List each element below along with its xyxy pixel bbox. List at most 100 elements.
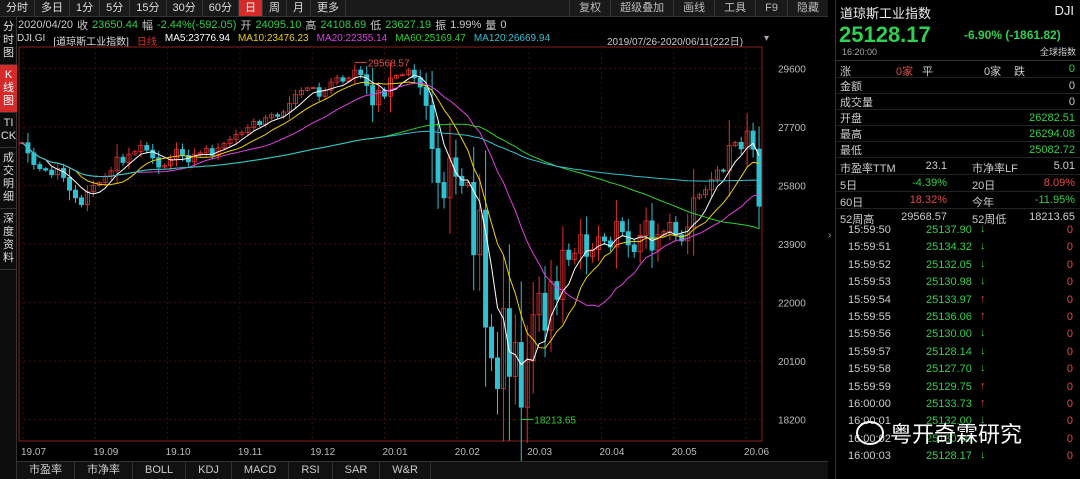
indicator-tab[interactable]: BOLL xyxy=(133,462,187,479)
swing-label: 振 xyxy=(435,20,447,32)
tick-price: 25136.06 xyxy=(926,311,972,323)
candle-body xyxy=(649,220,655,251)
quote-row: 成交量 0 xyxy=(836,93,1080,109)
timeframe-tab[interactable]: 30分 xyxy=(167,0,203,16)
candle-body xyxy=(43,168,49,171)
tick-volume: 0 xyxy=(1066,363,1073,376)
indicator-tab[interactable]: 市盈率 xyxy=(17,462,75,479)
stat-v1: -4.39% xyxy=(912,177,947,189)
side-tab[interactable]: TICK xyxy=(0,113,17,148)
timeframe-tab[interactable]: 日 xyxy=(239,0,263,16)
timeframe-tab[interactable]: 15分 xyxy=(130,0,167,16)
tick-row: 15:59:50 25137.90 ↓ 0 xyxy=(836,222,1080,238)
candle-body xyxy=(364,74,370,86)
tick-time: 15:59:52 xyxy=(848,258,891,271)
timeframe-toolbar: 分时 多日 1分 5分 15分 30分 60分日周月更多 复权 超级叠加 画线 工具 F9 隐藏 xyxy=(0,0,828,17)
view-sidebar: 分时图 K线图 TICK 成交明细 深度资料 xyxy=(0,17,17,479)
side-tab[interactable]: K线图 xyxy=(0,65,17,113)
candle-body xyxy=(257,121,263,125)
indicator-tab[interactable]: RSI xyxy=(289,462,333,479)
indicator-tab[interactable]: MACD xyxy=(232,462,290,479)
candle-body xyxy=(78,197,84,205)
tick-row: 15:59:54 25133.97 ↑ 0 xyxy=(836,292,1080,308)
candle-body xyxy=(720,169,726,172)
timeframe-tab[interactable]: 月 xyxy=(287,0,311,16)
indicator-tab[interactable]: W&R xyxy=(380,462,431,479)
tick-time: 15:59:58 xyxy=(848,363,891,376)
volume-label: 量 xyxy=(485,20,497,32)
tick-row: 15:59:55 25136.06 ↑ 0 xyxy=(836,309,1080,325)
tool-button[interactable]: 超级叠加 xyxy=(610,0,673,16)
x-tick-label: 19.10 xyxy=(166,447,191,458)
tick-row: 15:59:53 25130.98 ↓ 0 xyxy=(836,274,1080,290)
tick-volume: 0 xyxy=(1066,450,1073,463)
tick-price: 25127.70 xyxy=(926,363,972,376)
arrow-up-icon: ↑ xyxy=(980,397,986,409)
x-tick-label: 20.05 xyxy=(672,447,697,458)
watermark-text: 粤开奇霖研究 xyxy=(890,422,1023,447)
tool-buttons: 复权 超级叠加 画线 工具 F9 隐藏 xyxy=(569,0,828,16)
candle-body xyxy=(673,222,679,236)
y-tick-label: 20100 xyxy=(778,357,806,368)
tick-volume: 0 xyxy=(1066,311,1073,323)
arrow-down-icon: ↓ xyxy=(980,344,986,357)
quote-row-value: 25082.72 xyxy=(1029,143,1075,156)
y-tick-label: 22000 xyxy=(778,298,806,309)
volume-value: 0 xyxy=(500,19,507,31)
tool-button[interactable]: 复权 xyxy=(569,0,610,16)
side-tab[interactable]: 深度资料 xyxy=(0,209,17,270)
open-label: 开 xyxy=(240,20,252,32)
indicator-tab[interactable]: SAR xyxy=(333,462,381,479)
tick-price: 25129.75 xyxy=(926,380,972,393)
quote-row-value: 26294.08 xyxy=(1029,127,1075,140)
global-index-label[interactable]: 全球指数 xyxy=(1040,45,1076,58)
tool-button[interactable]: 隐藏 xyxy=(787,0,828,16)
timeframe-tab[interactable]: 5分 xyxy=(100,0,131,16)
side-tab[interactable]: 成交明细 xyxy=(0,148,17,209)
panel-collapse-icon[interactable]: › xyxy=(828,230,835,246)
ma5-line xyxy=(21,74,760,366)
timeframe-tab[interactable]: 多日 xyxy=(35,0,70,16)
quote-row-value: 26282.51 xyxy=(1029,111,1075,124)
tool-button[interactable]: F9 xyxy=(755,0,787,16)
side-tab[interactable]: 分时图 xyxy=(0,17,17,65)
tool-button[interactable]: 工具 xyxy=(714,0,755,16)
stat-v2: 8.09% xyxy=(1043,177,1075,189)
swing-value: 1.99% xyxy=(450,19,482,31)
quote-row-label: 金额 xyxy=(840,80,862,93)
indicator-tab[interactable]: 市净率 xyxy=(75,462,133,479)
chart-svg[interactable]: 29600 27700 25800 23900 22000 20100 18200 19.07… xyxy=(17,33,828,461)
candle-body xyxy=(441,182,447,199)
timeframe-tab[interactable]: 周 xyxy=(263,0,287,16)
timeframe-tab[interactable]: 60分 xyxy=(203,0,239,16)
candle-body xyxy=(566,249,572,260)
quote-row-label: 最低 xyxy=(840,144,862,157)
tick-time: 15:59:59 xyxy=(848,380,891,393)
index-code: DJI xyxy=(1054,3,1075,18)
quote-row-label: 开盘 xyxy=(840,112,862,125)
close-label: 收 xyxy=(77,20,89,32)
candle-body xyxy=(554,281,560,300)
timeframe-tab[interactable]: 1分 xyxy=(70,0,101,16)
candle-body xyxy=(49,169,55,176)
tick-time: 15:59:55 xyxy=(848,311,891,323)
high-value: 24108.69 xyxy=(320,19,367,31)
stat-v1: 23.1 xyxy=(925,160,947,172)
candle-body xyxy=(275,114,281,117)
tool-button[interactable]: 画线 xyxy=(673,0,714,16)
ma20-line xyxy=(21,82,760,307)
tick-time: 15:59:51 xyxy=(848,241,891,254)
candle-body xyxy=(358,69,364,76)
kline-chart[interactable]: DJI.GI [道琼斯工业指数] 日线 MA5:23776.94 MA10:23… xyxy=(17,33,828,461)
tick-time: 15:59:57 xyxy=(848,345,891,358)
arrow-down-icon: ↓ xyxy=(980,240,986,253)
indicator-tab[interactable]: KDJ xyxy=(186,462,232,479)
stat-row: 市盈率TTM 23.1 市净率LF 5.01 xyxy=(836,157,1080,175)
open-value: 24095.10 xyxy=(255,19,302,31)
timeframe-tab[interactable]: 更多 xyxy=(311,0,346,16)
candle-body xyxy=(625,231,631,246)
timeframe-tab[interactable]: 分时 xyxy=(0,0,35,16)
x-tick-label: 19.11 xyxy=(238,447,263,458)
x-tick-label: 20.01 xyxy=(383,447,408,458)
y-tick-label: 25800 xyxy=(778,182,806,193)
